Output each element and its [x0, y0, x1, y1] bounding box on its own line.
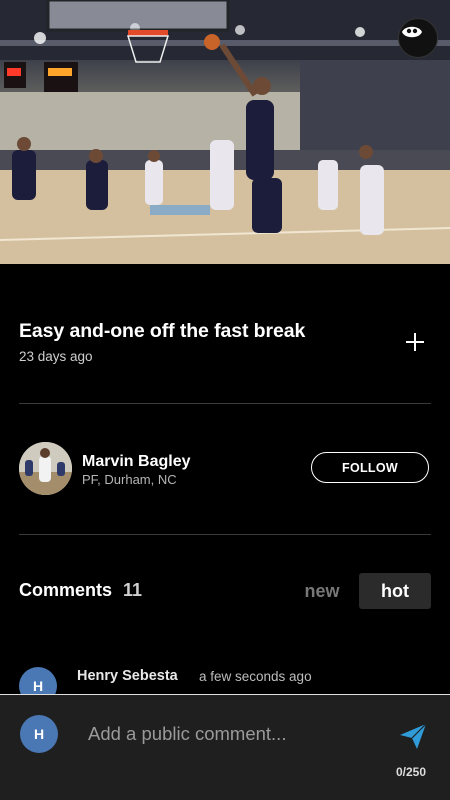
char-count: 0/250: [396, 765, 427, 779]
video-player[interactable]: [0, 0, 450, 264]
send-icon[interactable]: [398, 721, 428, 751]
tab-new[interactable]: new: [292, 573, 352, 609]
post-title: Easy and-one off the fast break: [19, 320, 306, 342]
divider: [19, 403, 431, 404]
comment-time: a few seconds ago: [199, 669, 312, 684]
divider: [19, 534, 431, 535]
tab-hot[interactable]: hot: [359, 573, 431, 609]
follow-button[interactable]: FOLLOW: [311, 452, 429, 483]
comment-input[interactable]: [78, 715, 368, 753]
player-info: PF, Durham, NC: [82, 472, 177, 487]
comments-count: 11: [123, 580, 143, 600]
my-avatar: H: [20, 715, 58, 753]
player-name[interactable]: Marvin Bagley: [82, 453, 190, 471]
comment-compose-bar: H 0/250: [0, 694, 450, 800]
video-frame: [0, 0, 450, 264]
post-age: 23 days ago: [19, 349, 93, 364]
comments-label: Comments: [19, 580, 113, 600]
team-logo-icon[interactable]: [398, 18, 438, 58]
comment-author[interactable]: Henry Sebesta: [77, 668, 178, 684]
plus-icon[interactable]: [400, 328, 430, 358]
player-avatar[interactable]: [19, 442, 72, 495]
